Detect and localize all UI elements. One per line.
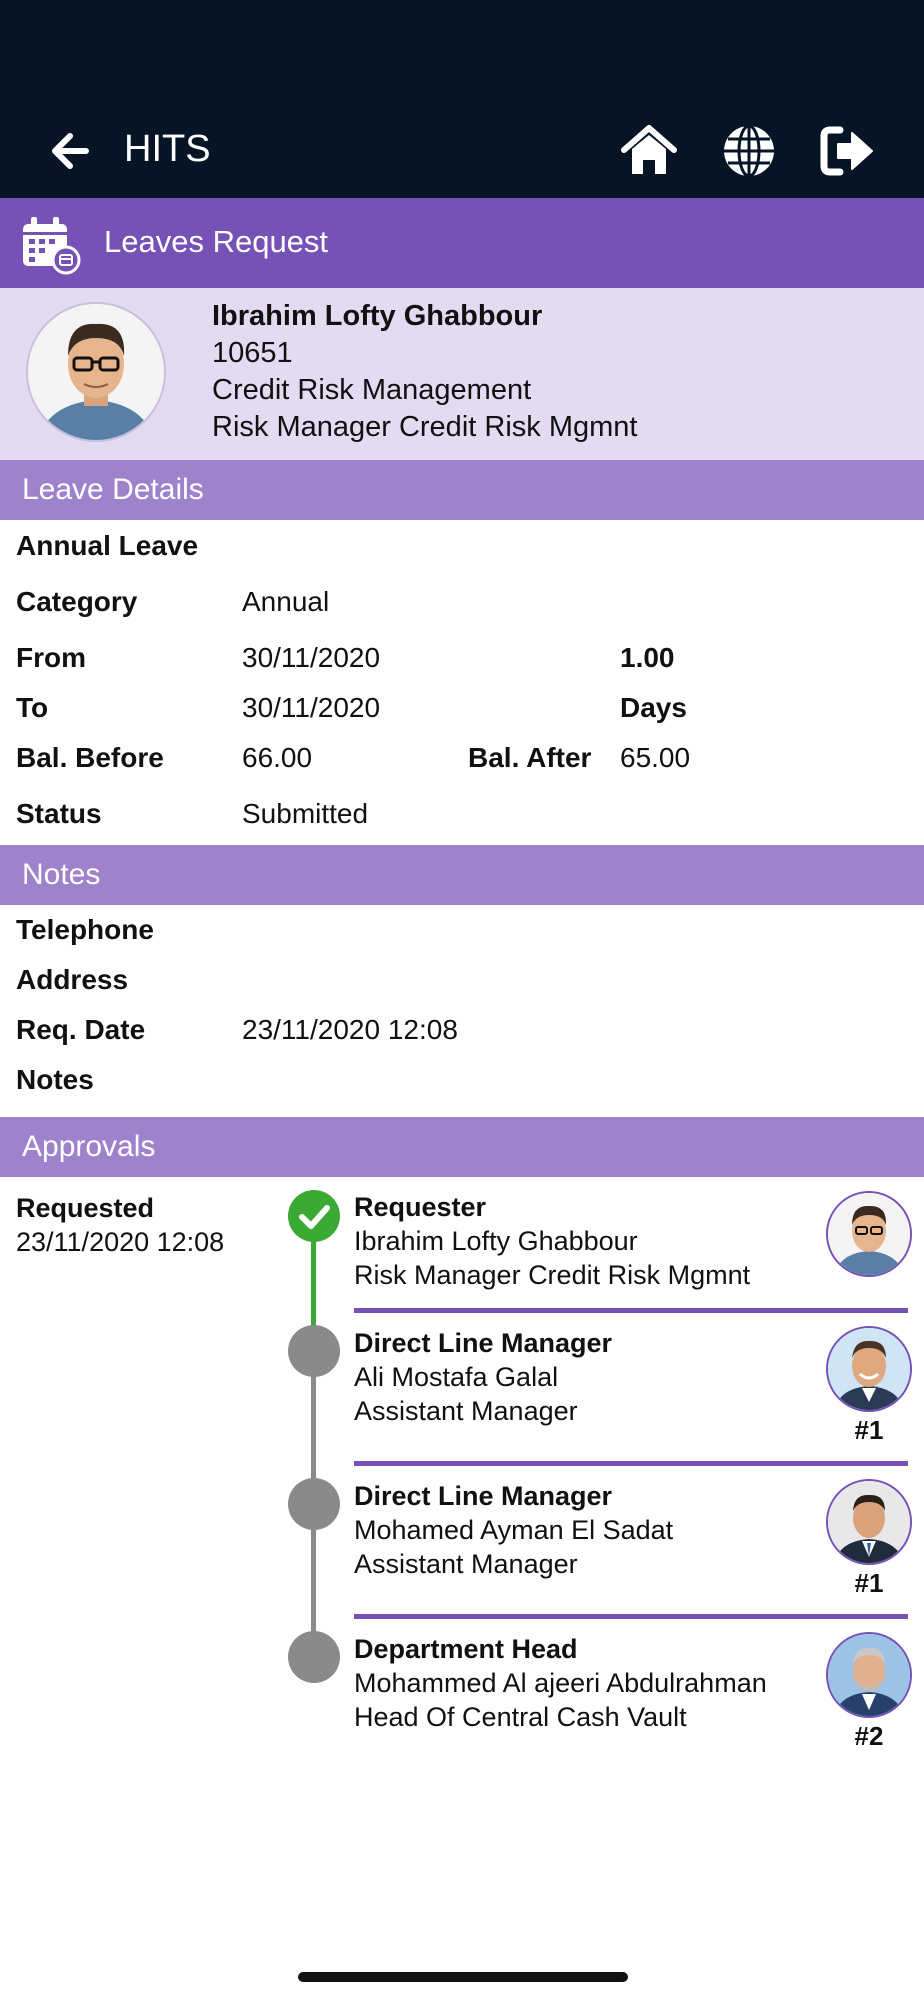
language-button[interactable] bbox=[720, 122, 778, 180]
approver-avatar bbox=[826, 1191, 912, 1277]
employee-profile: Ibrahim Lofty Ghabbour 10651 Credit Risk… bbox=[0, 288, 924, 460]
balance-before-value: 66.00 bbox=[242, 742, 313, 773]
approvals-heading: Approvals bbox=[22, 1130, 156, 1163]
home-indicator[interactable] bbox=[298, 1972, 628, 1982]
category-value: Annual bbox=[242, 586, 330, 617]
approval-level: #1 bbox=[854, 1568, 884, 1598]
request-date-label: Req. Date bbox=[16, 1014, 146, 1045]
category-label: Category bbox=[16, 586, 138, 617]
balance-after-label: Bal. After bbox=[468, 742, 592, 773]
approver-name: Mohammed Al ajeeri Abdulrahman bbox=[354, 1668, 767, 1698]
top-navigation-bar: HITS bbox=[0, 0, 924, 198]
app-title: HITS bbox=[124, 128, 211, 170]
from-label: From bbox=[16, 642, 86, 673]
employee-position: Risk Manager Credit Risk Mgmnt bbox=[212, 411, 638, 443]
logout-button[interactable] bbox=[818, 122, 876, 180]
home-icon bbox=[621, 125, 677, 174]
notes-label: Notes bbox=[16, 1064, 94, 1095]
page-header: Leaves Request bbox=[0, 198, 924, 288]
days-label: Days bbox=[620, 692, 687, 723]
approver-avatar bbox=[826, 1632, 912, 1718]
from-value: 30/11/2020 bbox=[242, 642, 381, 673]
approvals-header: Approvals bbox=[0, 1117, 924, 1177]
address-label: Address bbox=[16, 964, 129, 995]
days-value: 1.00 bbox=[620, 642, 675, 673]
notes-header: Notes bbox=[0, 845, 924, 905]
approver-title: Risk Manager Credit Risk Mgmnt bbox=[354, 1260, 751, 1290]
leave-details-header: Leave Details bbox=[0, 460, 924, 520]
leave-type: Annual Leave bbox=[16, 530, 199, 561]
to-value: 30/11/2020 bbox=[242, 692, 381, 723]
step-status-done bbox=[288, 1190, 340, 1242]
page-title: Leaves Request bbox=[104, 224, 329, 259]
approval-role: Direct Line Manager bbox=[354, 1328, 613, 1358]
approver-name: Ali Mostafa Galal bbox=[354, 1362, 559, 1392]
checkmark-icon bbox=[299, 1205, 330, 1229]
step-status-pending bbox=[288, 1631, 340, 1683]
approval-role: Requester bbox=[354, 1192, 487, 1222]
to-label: To bbox=[16, 692, 49, 723]
approval-role: Direct Line Manager bbox=[354, 1481, 613, 1511]
calendar-icon bbox=[23, 217, 81, 275]
home-button[interactable] bbox=[620, 122, 678, 180]
request-date-value: 23/11/2020 12:08 bbox=[242, 1014, 458, 1045]
approval-level: #1 bbox=[854, 1415, 884, 1445]
leave-details-heading: Leave Details bbox=[22, 473, 204, 506]
globe-icon bbox=[724, 124, 774, 178]
approver-name: Mohamed Ayman El Sadat bbox=[354, 1515, 674, 1545]
approval-step: Direct Line Manager Mohamed Ayman El Sad… bbox=[354, 1479, 673, 1581]
telephone-label: Telephone bbox=[16, 914, 154, 945]
status-label: Status bbox=[16, 798, 102, 829]
approval-step: Requester Ibrahim Lofty Ghabbour Risk Ma… bbox=[354, 1190, 750, 1292]
sign-out-icon bbox=[820, 126, 873, 176]
approver-name: Ibrahim Lofty Ghabbour bbox=[354, 1226, 638, 1256]
employee-id: 10651 bbox=[212, 337, 293, 369]
employee-name: Ibrahim Lofty Ghabbour bbox=[212, 300, 543, 332]
approval-step: Direct Line Manager Ali Mostafa Galal As… bbox=[354, 1326, 612, 1428]
approval-level: #2 bbox=[854, 1721, 884, 1751]
notes-heading: Notes bbox=[22, 858, 101, 891]
approver-title: Head Of Central Cash Vault bbox=[354, 1702, 687, 1732]
requested-label: Requested bbox=[16, 1193, 155, 1223]
employee-department: Credit Risk Management bbox=[212, 374, 532, 406]
status-value: Submitted bbox=[242, 798, 369, 829]
balance-before-label: Bal. Before bbox=[16, 742, 164, 773]
balance-after-value: 65.00 bbox=[620, 742, 691, 773]
step-status-pending bbox=[288, 1325, 340, 1377]
approver-title: Assistant Manager bbox=[354, 1396, 578, 1426]
back-button[interactable] bbox=[46, 128, 92, 174]
employee-avatar bbox=[26, 302, 166, 442]
approval-step: Department Head Mohammed Al ajeeri Abdul… bbox=[354, 1632, 767, 1734]
approval-divider bbox=[354, 1308, 908, 1313]
approval-divider bbox=[354, 1614, 908, 1619]
approval-divider bbox=[354, 1461, 908, 1466]
arrow-left-icon bbox=[52, 133, 89, 169]
step-status-pending bbox=[288, 1478, 340, 1530]
approver-avatar bbox=[826, 1326, 912, 1412]
approver-title: Assistant Manager bbox=[354, 1549, 578, 1579]
requested-date: 23/11/2020 12:08 bbox=[16, 1227, 225, 1257]
approver-avatar bbox=[826, 1479, 912, 1565]
approval-role: Department Head bbox=[354, 1634, 578, 1664]
